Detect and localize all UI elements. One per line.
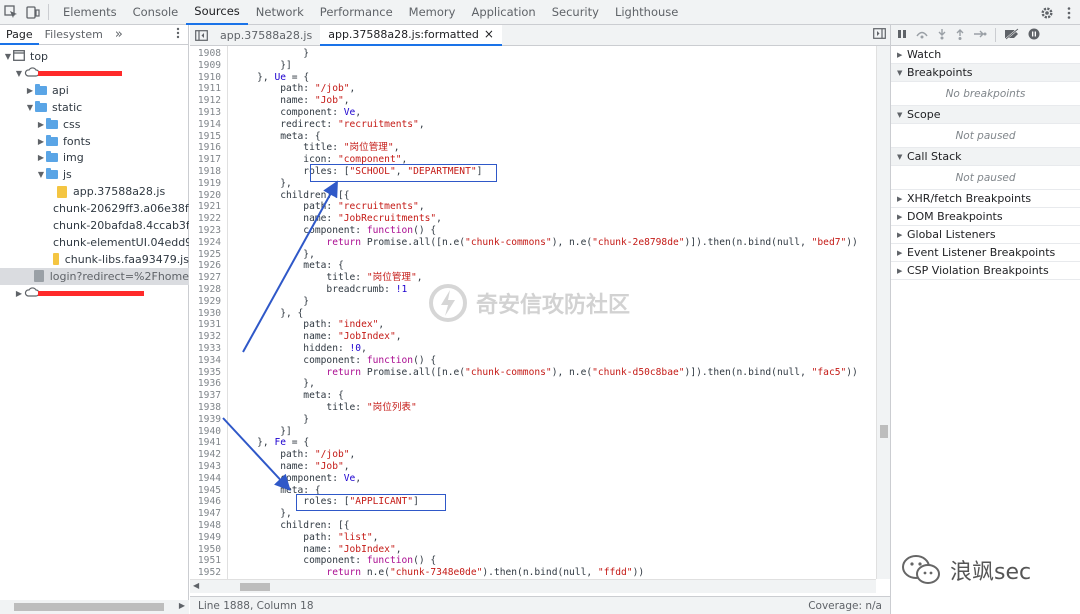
shield-logo-icon: [429, 284, 467, 322]
watermark: 奇安信攻防社区: [428, 283, 630, 323]
arrow-down: [222, 417, 291, 491]
brand-mark: 浪飒sec: [900, 552, 1031, 588]
brand-text: 浪飒sec: [950, 560, 1032, 585]
watermark-text: 奇安信攻防社区: [476, 293, 631, 318]
wechat-logo-icon: [902, 555, 940, 584]
arrow-up: [242, 180, 338, 353]
